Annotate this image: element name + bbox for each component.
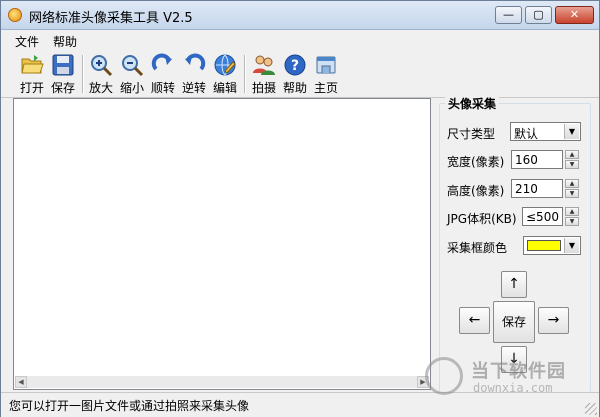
watermark-logo-icon xyxy=(425,357,463,395)
capture-button[interactable]: 拍摄 xyxy=(248,53,280,95)
edit-button[interactable]: 编辑 xyxy=(209,53,241,95)
zoom-in-label: 放大 xyxy=(88,81,113,95)
rotate-ccw-button[interactable]: 逆转 xyxy=(178,53,210,95)
title-bar[interactable]: 网络标准头像采集工具 V2.5 — ▢ ✕ xyxy=(1,1,599,30)
open-button[interactable]: 打开 xyxy=(16,53,48,95)
home-label: 主页 xyxy=(313,81,338,95)
spin-down-icon[interactable]: ▼ xyxy=(565,189,579,198)
open-folder-icon xyxy=(21,55,44,74)
app-icon xyxy=(8,8,22,22)
width-input[interactable]: 160 xyxy=(511,150,563,169)
help-toolbar-label: 帮助 xyxy=(282,81,307,95)
open-label: 打开 xyxy=(19,81,44,95)
horizontal-scrollbar[interactable]: ◀ ▶ xyxy=(15,376,429,388)
window-title: 网络标准头像采集工具 V2.5 xyxy=(29,11,193,26)
scroll-left-icon[interactable]: ◀ xyxy=(15,376,27,388)
menu-help[interactable]: 帮助 xyxy=(53,33,77,50)
watermark-cn: 当下软件园 xyxy=(471,361,566,382)
arrow-right-icon: → xyxy=(547,312,560,328)
close-icon: ✕ xyxy=(569,8,580,21)
status-text: 您可以打开一图片文件或通过拍照来采集头像 xyxy=(9,399,250,413)
zoom-out-label: 缩小 xyxy=(119,81,144,95)
help-icon: ? xyxy=(284,54,306,76)
home-icon xyxy=(316,56,336,74)
arrow-left-icon: ← xyxy=(468,312,481,328)
jpg-size-spinner[interactable]: ≤500 ▲ ▼ xyxy=(522,207,581,226)
toolbar-separator xyxy=(244,55,246,93)
save-disk-icon xyxy=(52,54,74,76)
minimize-button[interactable]: — xyxy=(495,6,522,24)
watermark: 当下软件园 downxia.com xyxy=(421,355,597,401)
menu-bar: 文件 帮助 xyxy=(1,30,599,50)
width-spinner[interactable]: 160 ▲ ▼ xyxy=(511,150,581,169)
move-up-button[interactable]: ↑ xyxy=(501,271,527,298)
jpg-size-input[interactable]: ≤500 xyxy=(522,207,563,226)
jpg-size-label: JPG体积(KB) xyxy=(447,212,517,226)
color-swatch xyxy=(527,240,561,251)
rotate-ccw-label: 逆转 xyxy=(181,81,206,95)
rotate-cw-button[interactable]: 顺转 xyxy=(147,53,179,95)
rotate-cw-icon xyxy=(151,53,172,71)
move-right-button[interactable]: → xyxy=(538,307,569,334)
capture-label: 拍摄 xyxy=(251,81,276,95)
zoom-in-button[interactable]: 放大 xyxy=(85,53,117,95)
save-toolbar-label: 保存 xyxy=(50,81,75,95)
arrow-up-icon: ↑ xyxy=(508,276,520,292)
spin-down-icon[interactable]: ▼ xyxy=(565,160,579,169)
zoom-out-button[interactable]: 缩小 xyxy=(116,53,148,95)
jpg-size-value: ≤500 xyxy=(526,210,559,224)
zoom-out-icon xyxy=(122,55,144,77)
minimize-icon: — xyxy=(503,8,514,21)
frame-color-label: 采集框颜色 xyxy=(447,241,508,255)
svg-text:?: ? xyxy=(291,58,299,74)
toolbar: 打开 保存 放大 缩小 顺转 逆转 编辑 拍摄 ? 帮助 主页 xyxy=(1,51,599,98)
edit-icon xyxy=(214,54,236,76)
rotate-ccw-icon xyxy=(185,53,206,71)
app-window: 网络标准头像采集工具 V2.5 — ▢ ✕ 文件 帮助 打开 保存 放大 缩小 … xyxy=(0,0,600,417)
spin-down-icon[interactable]: ▼ xyxy=(565,217,579,226)
height-label: 高度(像素) xyxy=(447,184,505,198)
size-type-value: 默认 xyxy=(514,127,539,141)
width-value: 160 xyxy=(515,153,538,167)
group-title: 头像采集 xyxy=(445,95,500,112)
maximize-icon: ▢ xyxy=(533,8,544,21)
menu-file[interactable]: 文件 xyxy=(15,33,39,50)
move-left-button[interactable]: ← xyxy=(459,307,490,334)
frame-color-select[interactable]: ▼ xyxy=(523,236,581,255)
close-button[interactable]: ✕ xyxy=(555,6,594,24)
home-button[interactable]: 主页 xyxy=(310,53,342,95)
maximize-button[interactable]: ▢ xyxy=(525,6,552,24)
edit-label: 编辑 xyxy=(212,81,237,95)
width-label: 宽度(像素) xyxy=(447,155,505,169)
spin-up-icon[interactable]: ▲ xyxy=(565,179,579,188)
help-toolbar-button[interactable]: ? 帮助 xyxy=(279,53,311,95)
size-type-label: 尺寸类型 xyxy=(447,127,496,141)
spin-up-icon[interactable]: ▲ xyxy=(565,150,579,159)
image-canvas[interactable]: ◀ ▶ xyxy=(13,98,431,390)
height-input[interactable]: 210 xyxy=(511,179,563,198)
rotate-cw-label: 顺转 xyxy=(150,81,175,95)
chevron-down-icon[interactable]: ▼ xyxy=(564,238,579,253)
size-type-select[interactable]: 默认 ▼ xyxy=(510,122,581,141)
camera-people-icon xyxy=(253,55,275,75)
capture-save-label: 保存 xyxy=(501,315,526,329)
toolbar-separator xyxy=(82,55,84,93)
resize-grip-icon[interactable] xyxy=(585,403,597,415)
chevron-down-icon[interactable]: ▼ xyxy=(564,124,579,139)
capture-save-button[interactable]: 保存 xyxy=(493,301,535,343)
spin-up-icon[interactable]: ▲ xyxy=(565,207,579,216)
zoom-in-icon xyxy=(91,55,113,77)
height-value: 210 xyxy=(515,182,538,196)
watermark-en: downxia.com xyxy=(473,381,553,395)
height-spinner[interactable]: 210 ▲ ▼ xyxy=(511,179,581,198)
save-toolbar-button[interactable]: 保存 xyxy=(47,53,79,95)
